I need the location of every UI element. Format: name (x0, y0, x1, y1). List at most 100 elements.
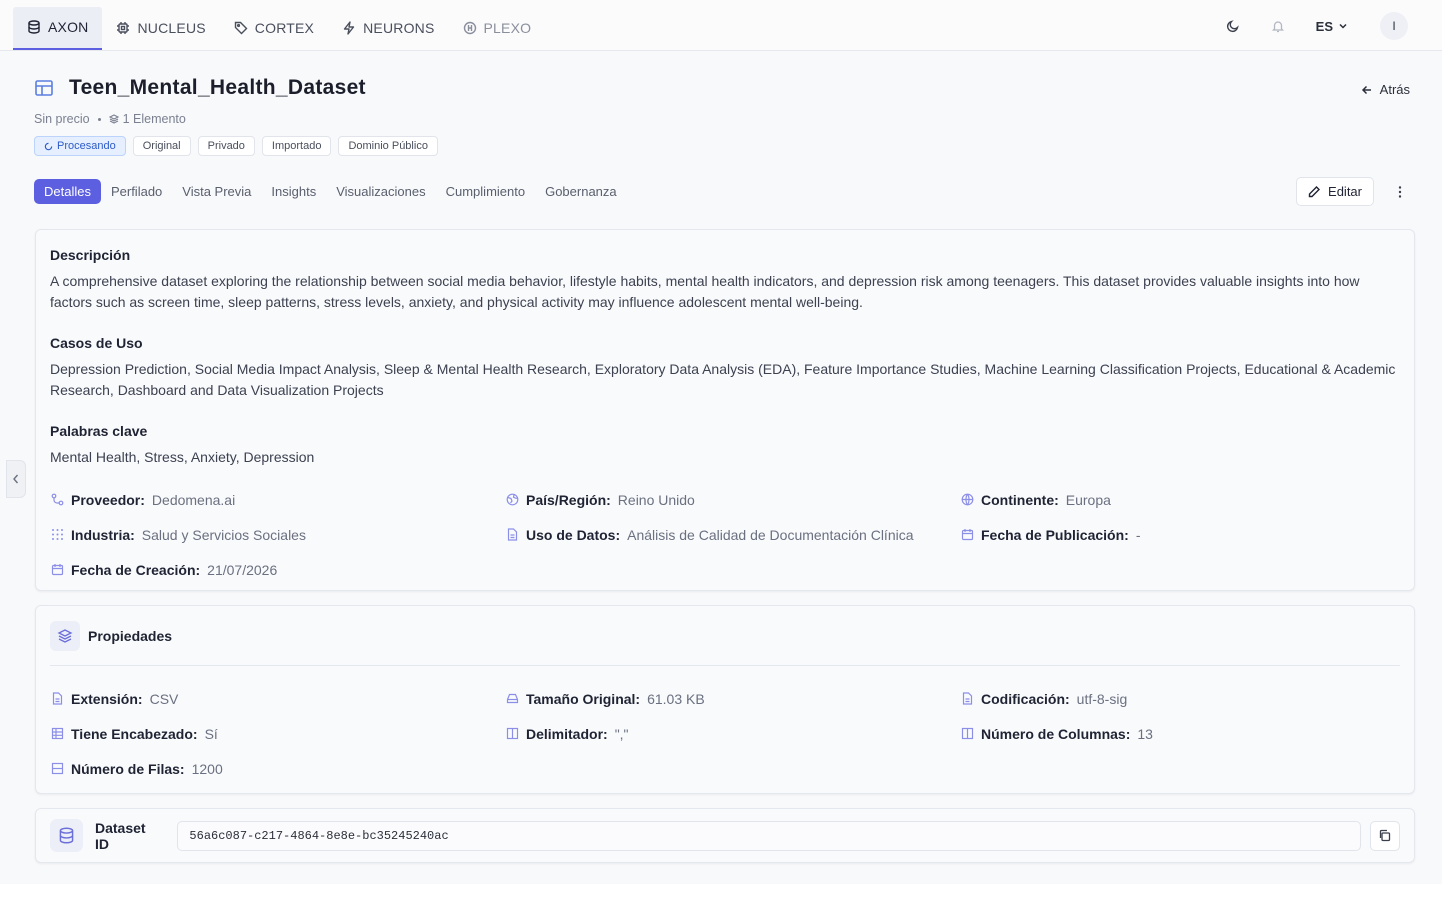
field-extension: Extensión: CSV (50, 688, 505, 709)
dataset-meta: Sin precio 1 Elemento (34, 112, 1414, 126)
badge-label: Procesando (57, 140, 116, 152)
badge-public-domain: Dominio Público (338, 136, 438, 156)
properties-header: Propiedades (50, 606, 1400, 666)
bell-icon (1271, 19, 1285, 33)
moon-icon (1226, 19, 1240, 33)
element-count-text: 1 Elemento (122, 112, 186, 126)
nav-tab-cortex[interactable]: CORTEX (220, 7, 328, 50)
world-icon (960, 493, 974, 507)
tab-visualizations[interactable]: Visualizaciones (326, 179, 435, 204)
properties-card: Propiedades Extensión: CSV Tamaño Origin… (35, 605, 1415, 794)
field-value: 21/07/2026 (207, 561, 278, 578)
keywords-title: Palabras clave (50, 423, 148, 439)
field-label: Fecha de Publicación: (981, 526, 1129, 543)
theme-toggle-button[interactable] (1217, 10, 1249, 42)
title-row: Teen_Mental_Health_Dataset (34, 76, 1414, 100)
field-column-count: Número de Columnas: 13 (960, 723, 1400, 744)
nav-tab-nucleus[interactable]: NUCLEUS (102, 7, 219, 50)
tab-governance[interactable]: Gobernanza (535, 179, 627, 204)
price-text: Sin precio (34, 112, 90, 126)
field-encoding: Codificación: utf-8-sig (960, 688, 1400, 709)
sidebar-toggle-button[interactable] (6, 460, 26, 498)
field-label: Delimitador: (526, 725, 608, 742)
language-select[interactable]: ES (1316, 19, 1348, 34)
field-delimiter: Delimitador: "," (505, 723, 960, 744)
details-fields: Proveedor: Dedomena.ai País/Región: Rein… (50, 489, 1400, 580)
copy-icon (1378, 829, 1391, 842)
nav-tab-axon[interactable]: AXON (13, 6, 103, 50)
field-value: Análisis de Calidad de Documentación Clí… (627, 526, 914, 543)
field-country: País/Región: Reino Unido (505, 489, 960, 510)
use-cases-text: Depression Prediction, Social Media Impa… (50, 361, 1396, 398)
dataset-id-card: Dataset ID 56a6c087-c217-4864-8e8e-bc352… (35, 808, 1415, 863)
lightning-icon (342, 21, 356, 35)
chip-icon (116, 21, 130, 35)
field-label: Extensión: (71, 690, 143, 707)
field-value: 13 (1137, 725, 1153, 742)
tab-preview[interactable]: Vista Previa (172, 179, 261, 204)
status-badge-processing: Procesando (34, 136, 126, 156)
more-vertical-icon (1398, 185, 1402, 199)
field-label: Uso de Datos: (526, 526, 621, 543)
chevron-down-icon (1338, 21, 1348, 31)
more-options-button[interactable] (1388, 180, 1412, 204)
table-icon (34, 78, 54, 98)
table-icon (50, 727, 64, 741)
tab-insights[interactable]: Insights (261, 179, 326, 204)
nav-tab-label: AXON (48, 19, 89, 35)
details-card: Descripción A comprehensive dataset expl… (35, 229, 1415, 591)
nav-right-controls: ES I (1217, 10, 1408, 42)
nav-tab-neurons[interactable]: NEURONS (328, 7, 448, 50)
description-text: A comprehensive dataset exploring the re… (50, 273, 1360, 310)
field-label: Continente: (981, 491, 1059, 508)
properties-title: Propiedades (88, 627, 173, 644)
nav-tab-label: NEURONS (363, 20, 435, 36)
field-original-size: Tamaño Original: 61.03 KB (505, 688, 960, 709)
dataset-id-label: Dataset ID (94, 819, 146, 852)
user-avatar[interactable]: I (1380, 12, 1408, 40)
use-cases-title: Casos de Uso (50, 335, 143, 351)
badge-original: Original (132, 136, 191, 156)
tab-profiling[interactable]: Perfilado (101, 179, 172, 204)
field-value: CSV (149, 690, 179, 707)
field-value: Salud y Servicios Sociales (141, 526, 306, 543)
field-label: Tiene Encabezado: (71, 725, 198, 742)
nav-tab-label: NUCLEUS (137, 20, 206, 36)
dataset-header: Teen_Mental_Health_Dataset Atrás Sin pre… (34, 76, 1414, 156)
pencil-icon (1308, 185, 1321, 198)
field-label: Industria: (71, 526, 135, 543)
field-value: 1200 (191, 760, 223, 777)
file-icon (505, 528, 519, 542)
field-provider: Proveedor: Dedomena.ai (50, 489, 505, 510)
calendar-icon (960, 528, 974, 542)
dataset-id-field[interactable]: 56a6c087-c217-4864-8e8e-bc35245240ac (177, 820, 1361, 851)
field-value: Europa (1065, 491, 1111, 508)
nav-tab-plexo[interactable]: PLEXO (449, 7, 546, 50)
field-value: Dedomena.ai (151, 491, 236, 508)
edit-button[interactable]: Editar (1296, 177, 1374, 206)
back-label: Atrás (1379, 82, 1410, 97)
copy-button[interactable] (1370, 820, 1400, 851)
tab-compliance[interactable]: Cumplimiento (436, 179, 535, 204)
field-value: Reino Unido (617, 491, 695, 508)
field-creation-date: Fecha de Creación: 21/07/2026 (50, 559, 505, 580)
chevron-left-icon (11, 473, 21, 485)
layers-icon (108, 114, 119, 124)
field-continent: Continente: Europa (960, 489, 1400, 510)
globe-icon (505, 493, 519, 507)
field-value: Sí (204, 725, 218, 742)
columns-icon (960, 727, 974, 741)
keywords-text: Mental Health, Stress, Anxiety, Depressi… (50, 449, 315, 465)
tab-details[interactable]: Detalles (34, 179, 101, 204)
field-value: "," (614, 725, 629, 742)
database-icon (50, 819, 83, 852)
nav-tab-label: CORTEX (254, 20, 315, 36)
plexo-icon (463, 21, 477, 35)
back-button[interactable]: Atrás (1361, 82, 1410, 97)
database-icon (27, 20, 41, 34)
field-label: Proveedor: (71, 491, 145, 508)
notifications-button[interactable] (1262, 10, 1294, 42)
field-label: Codificación: (981, 690, 1070, 707)
field-label: País/Región: (526, 491, 611, 508)
tag-icon (234, 21, 248, 35)
